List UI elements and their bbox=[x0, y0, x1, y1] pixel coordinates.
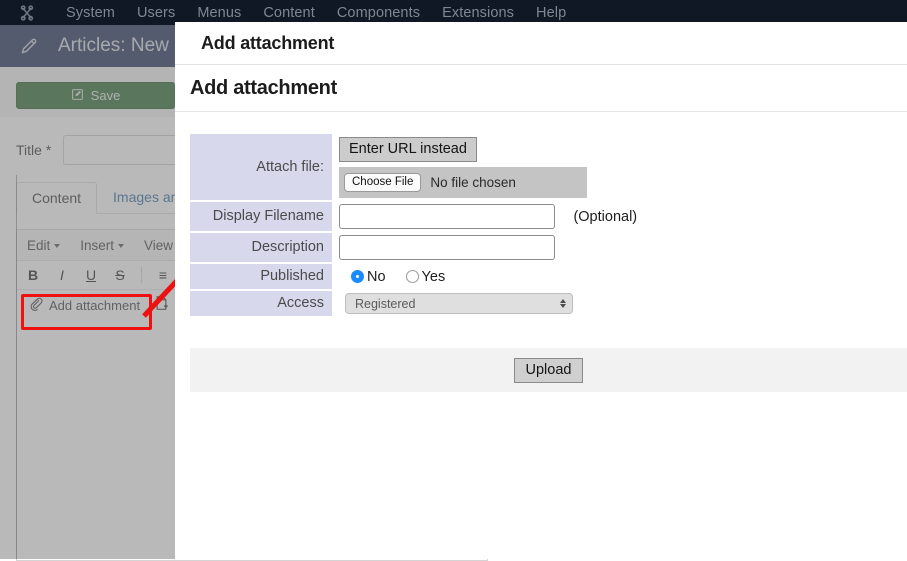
published-option-no-label: No bbox=[367, 268, 386, 285]
tab-content[interactable]: Content bbox=[16, 182, 98, 214]
chevron-down-icon bbox=[118, 243, 125, 248]
dialog-titlebar-title: Add attachment bbox=[201, 32, 335, 53]
description-label: Description bbox=[190, 232, 332, 264]
access-label: Access bbox=[190, 290, 332, 318]
table-row-access: Access Registered bbox=[190, 290, 637, 318]
chevron-down-icon bbox=[54, 243, 61, 248]
published-field: No Yes bbox=[332, 263, 637, 290]
save-button-label: Save bbox=[90, 88, 121, 103]
published-label: Published bbox=[190, 263, 332, 291]
annotation-highlight-box bbox=[21, 294, 152, 330]
menu-item-menus[interactable]: Menus bbox=[197, 5, 241, 21]
upload-button[interactable]: Upload bbox=[513, 357, 584, 383]
editor-menu-edit[interactable]: Edit bbox=[27, 238, 61, 253]
title-label: Title * bbox=[16, 142, 52, 158]
file-input[interactable]: Choose File No file chosen bbox=[339, 167, 587, 198]
table-row-display-filename: Display Filename (Optional) bbox=[190, 201, 637, 233]
menu-item-content[interactable]: Content bbox=[263, 5, 315, 21]
access-select[interactable]: Registered bbox=[345, 293, 573, 314]
published-radio-yes[interactable]: Yes bbox=[405, 268, 446, 285]
strikethrough-icon[interactable]: S bbox=[112, 267, 128, 283]
menu-item-users[interactable]: Users bbox=[137, 5, 175, 21]
attachment-form-table: Attach file: Enter URL instead Choose Fi… bbox=[190, 134, 637, 318]
editor-menu-insert[interactable]: Insert bbox=[80, 238, 125, 253]
menu-item-help[interactable]: Help bbox=[536, 5, 566, 21]
italic-icon[interactable]: I bbox=[54, 267, 70, 283]
pencil-icon bbox=[16, 36, 42, 56]
published-radio-no[interactable]: No bbox=[351, 269, 386, 285]
add-attachment-dialog: Add attachment Add attachment Attach fil… bbox=[175, 22, 907, 559]
table-row-attach-file: Attach file: Enter URL instead Choose Fi… bbox=[190, 134, 637, 202]
dialog-titlebar: Add attachment bbox=[175, 22, 907, 65]
radio-unselected-icon bbox=[405, 270, 419, 283]
menu-item-extensions[interactable]: Extensions bbox=[442, 5, 514, 21]
page-title: Articles: New bbox=[58, 35, 169, 56]
display-filename-field: (Optional) bbox=[332, 201, 637, 232]
attach-file-field: Enter URL instead Choose File No file ch… bbox=[332, 134, 637, 201]
enter-url-instead-button[interactable]: Enter URL instead bbox=[339, 137, 477, 162]
table-row-description: Description bbox=[190, 232, 637, 264]
choose-file-button[interactable]: Choose File bbox=[344, 173, 422, 192]
underline-icon[interactable]: U bbox=[83, 267, 99, 283]
file-status-text: No file chosen bbox=[430, 175, 516, 190]
dialog-heading-zone: Add attachment bbox=[175, 65, 907, 112]
table-row-published: Published No Yes bbox=[190, 263, 637, 291]
joomla-icon[interactable] bbox=[14, 4, 40, 22]
menu-item-components[interactable]: Components bbox=[337, 5, 420, 21]
dialog-body: Attach file: Enter URL instead Choose Fi… bbox=[175, 112, 907, 318]
access-field: Registered bbox=[332, 290, 637, 317]
select-stepper-icon bbox=[560, 299, 566, 308]
access-select-value: Registered bbox=[355, 296, 416, 311]
pencil-square-icon bbox=[71, 88, 84, 104]
description-input[interactable] bbox=[339, 235, 555, 260]
optional-note: (Optional) bbox=[573, 209, 638, 225]
display-filename-input[interactable] bbox=[339, 204, 555, 229]
radio-selected-icon bbox=[351, 270, 364, 283]
published-option-yes-label: Yes bbox=[421, 268, 446, 285]
display-filename-label: Display Filename bbox=[190, 201, 332, 233]
menu-item-system[interactable]: System bbox=[66, 5, 115, 21]
bold-icon[interactable]: B bbox=[25, 267, 41, 283]
dialog-footer: Upload bbox=[190, 348, 907, 392]
dialog-heading: Add attachment bbox=[190, 76, 337, 99]
attach-file-label: Attach file: bbox=[190, 134, 332, 202]
description-field bbox=[332, 232, 637, 263]
overlay-divider bbox=[16, 175, 17, 559]
save-button[interactable]: Save bbox=[16, 82, 175, 109]
